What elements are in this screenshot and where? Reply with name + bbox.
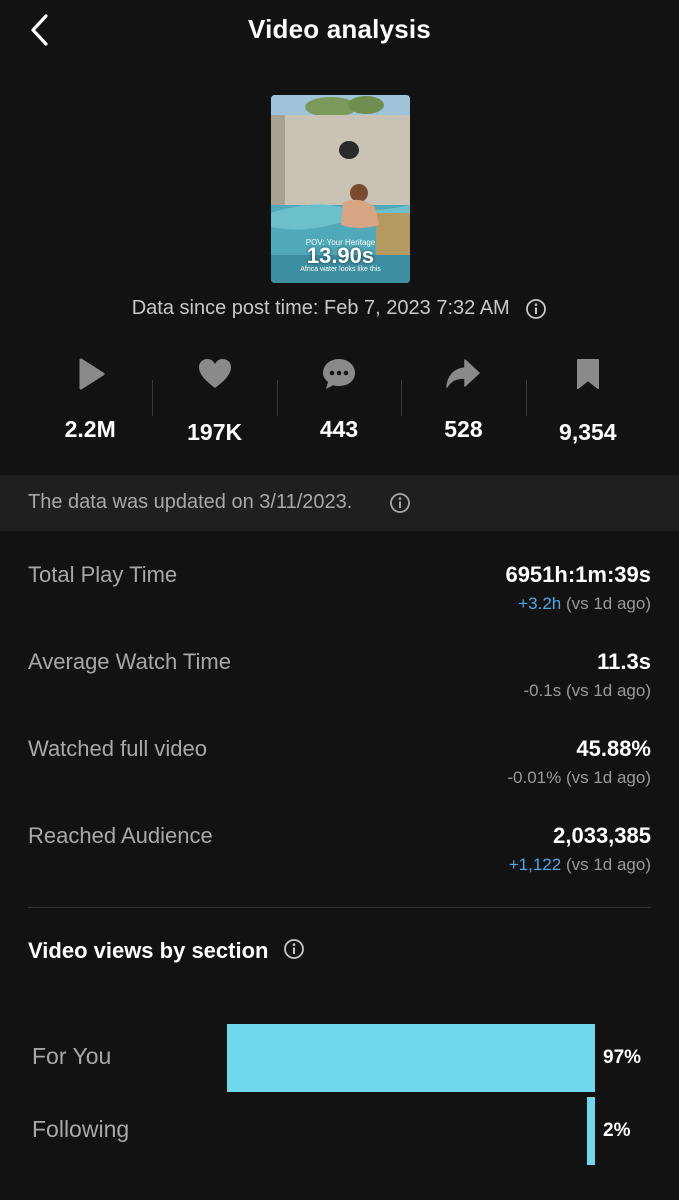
metric-average-watch-time: Average Watch Time 11.3s -0.1s (vs 1d ag… <box>28 649 651 719</box>
stat-divider <box>277 380 278 416</box>
section-bar <box>587 1097 595 1165</box>
section-bar-label: Following <box>32 1116 130 1142</box>
stat-saves: 9,354 <box>526 350 650 450</box>
page-title: Video analysis <box>248 14 431 44</box>
metric-delta-suffix: (vs 1d ago) <box>561 768 651 787</box>
metric-label: Average Watch Time <box>28 649 231 674</box>
play-icon <box>79 358 105 390</box>
bookmark-icon <box>576 359 599 389</box>
header: Video analysis <box>0 0 679 60</box>
stat-value: 2.2M <box>64 416 116 442</box>
info-icon[interactable] <box>283 938 305 960</box>
metric-delta-value: -0.1s <box>523 681 562 700</box>
section-bar-row: Following 2% <box>0 1097 679 1165</box>
stat-value: 197K <box>187 419 243 445</box>
metric-delta: -0.01% (vs 1d ago) <box>507 768 651 788</box>
section-bar-label: For You <box>32 1043 112 1069</box>
metric-delta-suffix: (vs 1d ago) <box>561 594 651 613</box>
metric-delta-value: -0.01% <box>507 768 562 787</box>
metric-reached-audience: Reached Audience 2,033,385 +1,122 (vs 1d… <box>28 823 651 893</box>
share-icon <box>446 359 481 388</box>
metric-delta-value: +3.2h <box>518 594 562 613</box>
section-bar-percent: 2% <box>603 1120 631 1141</box>
post-time-text: Data since post time: Feb 7, 2023 7:32 A… <box>131 297 510 320</box>
post-time-row: Data since post time: Feb 7, 2023 7:32 A… <box>0 297 679 320</box>
metric-label: Watched full video <box>28 736 207 761</box>
stat-divider <box>152 380 153 416</box>
video-thumbnail[interactable]: POV: Your Heritage 13.90s Africa water l… <box>271 95 410 283</box>
info-icon[interactable] <box>389 492 411 514</box>
metric-value: 45.88% <box>576 736 651 761</box>
section-views-header: Video views by section <box>28 938 305 964</box>
stat-value: 443 <box>319 416 359 442</box>
stat-value: 9,354 <box>559 419 617 445</box>
updated-banner: The data was updated on 3/11/2023. <box>0 475 679 531</box>
section-divider <box>28 907 651 908</box>
comment-icon <box>323 359 356 389</box>
stat-value: 528 <box>444 416 483 442</box>
section-bar-percent: 97% <box>603 1047 642 1068</box>
updated-text: The data was updated on 3/11/2023. <box>28 491 353 513</box>
stats-row: 2.2M 197K 443 528 9,354 <box>28 350 650 450</box>
stat-shares: 528 <box>401 350 525 450</box>
metric-delta: +1,122 (vs 1d ago) <box>509 855 651 875</box>
info-icon[interactable] <box>525 298 547 320</box>
section-bar-row: For You 97% <box>0 1024 679 1092</box>
heart-icon <box>198 359 231 388</box>
metric-label: Reached Audience <box>28 823 213 848</box>
section-views-title: Video views by section <box>28 938 269 963</box>
metric-value: 2,033,385 <box>553 823 651 848</box>
stat-comments: 443 <box>277 350 401 450</box>
video-analysis-screen: Video analysis POV: Your Heritage 13.90s… <box>0 0 679 1200</box>
stat-likes: 197K <box>152 350 276 450</box>
stat-plays: 2.2M <box>28 350 152 450</box>
metric-delta: -0.1s (vs 1d ago) <box>523 681 651 701</box>
metric-delta-suffix: (vs 1d ago) <box>561 681 651 700</box>
section-bar <box>227 1024 595 1092</box>
metric-value: 6951h:1m:39s <box>505 562 651 587</box>
metric-value: 11.3s <box>597 649 651 674</box>
thumbnail-caption-bottom: Africa water looks like this <box>300 266 381 273</box>
stat-divider <box>526 380 527 416</box>
metric-delta-value: +1,122 <box>508 855 562 874</box>
stat-divider <box>401 380 402 416</box>
metric-label: Total Play Time <box>28 562 178 587</box>
metric-total-play-time: Total Play Time 6951h:1m:39s +3.2h (vs 1… <box>28 562 651 632</box>
metric-watched-full-video: Watched full video 45.88% -0.01% (vs 1d … <box>28 736 651 806</box>
metric-delta: +3.2h (vs 1d ago) <box>518 594 651 614</box>
metric-delta-suffix: (vs 1d ago) <box>561 855 651 874</box>
